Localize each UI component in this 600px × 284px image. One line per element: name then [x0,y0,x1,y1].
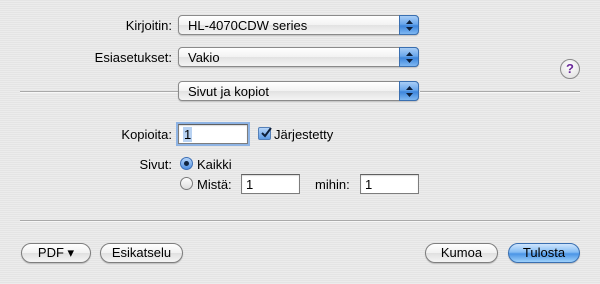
preview-button-label: Esikatselu [111,245,172,260]
cancel-button[interactable]: Kumoa [425,243,498,263]
pages-all-radio[interactable] [180,157,193,170]
collated-label: Järjestetty [274,127,334,142]
bottom-separator [20,220,580,222]
printer-value: HL-4070CDW series [188,18,308,33]
pages-from-input[interactable]: 1 [241,174,300,194]
print-button-label: Tulosta [522,245,566,260]
pages-label: Sivut: [139,157,172,172]
separator-left [20,91,178,93]
pages-from-label: Mistä: [197,177,232,192]
panel-popup[interactable]: Sivut ja kopiot [178,81,419,101]
pages-all-label: Kaikki [197,157,232,172]
help-icon: ? [566,61,574,76]
print-button[interactable]: Tulosta [508,243,580,263]
printer-label: Kirjoitin: [125,18,172,33]
preview-button[interactable]: Esikatselu [100,243,183,263]
copies-value: 1 [183,127,193,142]
popup-arrows-icon [399,47,419,67]
copies-label: Kopioita: [121,127,172,142]
pages-from-value: 1 [246,177,254,192]
pdf-button-label: PDF ▾ [37,245,75,260]
radio-dot-icon [184,161,189,166]
separator-right [420,91,580,93]
printer-popup[interactable]: HL-4070CDW series [178,15,419,35]
pages-to-value: 1 [365,177,373,192]
pdf-menu-button[interactable]: PDF ▾ [21,243,91,263]
popup-arrows-icon [399,15,419,35]
pages-range-radio[interactable] [180,177,193,190]
cancel-button-label: Kumoa [440,245,483,260]
presets-popup[interactable]: Vakio [178,47,419,67]
popup-arrows-icon [399,81,419,101]
collated-checkbox[interactable] [258,127,272,140]
presets-label: Esiasetukset: [94,50,172,65]
copies-input[interactable]: 1 [178,124,248,144]
checkmark-icon [261,127,272,138]
panel-value: Sivut ja kopiot [188,84,269,99]
help-button[interactable]: ? [560,59,580,79]
pages-to-label: mihin: [315,177,350,192]
presets-value: Vakio [188,50,220,65]
pages-to-input[interactable]: 1 [360,174,419,194]
